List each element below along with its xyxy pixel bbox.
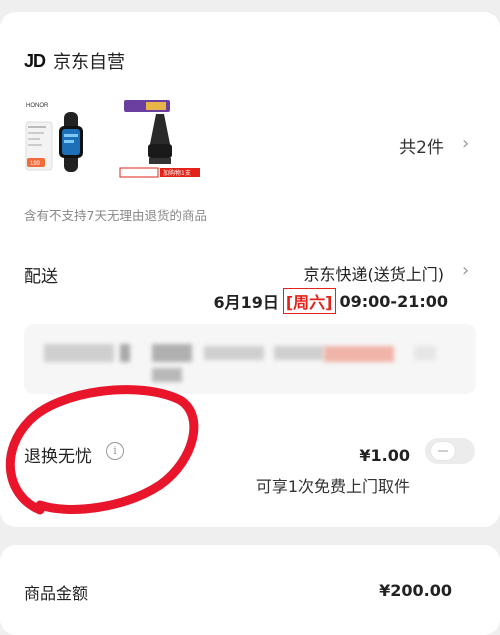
promo-tag-text: 加购物1支 bbox=[163, 169, 191, 177]
delivery-time[interactable]: 6月19日 [周六] 09:00-21:00 bbox=[213, 288, 448, 314]
return-policy-notice: 含有不支持7天无理由退货的商品 bbox=[24, 208, 207, 223]
item-count[interactable]: 共2件 bbox=[399, 133, 444, 158]
service-label: 退换无忧 bbox=[24, 447, 92, 467]
shipping-method[interactable]: 京东快递(送货上门) bbox=[304, 261, 445, 285]
shop-header: JD 京东自营 bbox=[24, 48, 125, 74]
delivery-window: 09:00-21:00 bbox=[339, 291, 449, 311]
shop-name: 京东自营 bbox=[53, 52, 126, 73]
info-icon[interactable]: i bbox=[106, 442, 124, 460]
svg-text:199: 199 bbox=[30, 161, 41, 167]
service-toggle[interactable] bbox=[425, 438, 475, 464]
product-thumb-trimmer[interactable]: 加购物1支 bbox=[118, 98, 208, 178]
summary-value: ¥200.00 bbox=[379, 581, 452, 600]
toggle-knob bbox=[431, 442, 455, 460]
product-thumb-band[interactable]: HONOR 199 bbox=[24, 98, 114, 178]
jd-logo: JD bbox=[24, 50, 46, 71]
delivery-date: 6月19日 bbox=[213, 293, 279, 312]
chevron-right-icon[interactable]: › bbox=[462, 133, 469, 154]
address-block-redacted[interactable] bbox=[24, 324, 476, 394]
chevron-right-icon[interactable]: › bbox=[462, 260, 469, 281]
service-description: 可享1次免费上门取件 bbox=[255, 477, 410, 496]
shipping-label: 配送 bbox=[24, 267, 58, 287]
service-price: ¥1.00 bbox=[359, 446, 410, 465]
summary-label: 商品金额 bbox=[24, 584, 89, 603]
delivery-weekday: [周六] bbox=[282, 288, 336, 314]
svg-text:HONOR: HONOR bbox=[26, 103, 49, 109]
